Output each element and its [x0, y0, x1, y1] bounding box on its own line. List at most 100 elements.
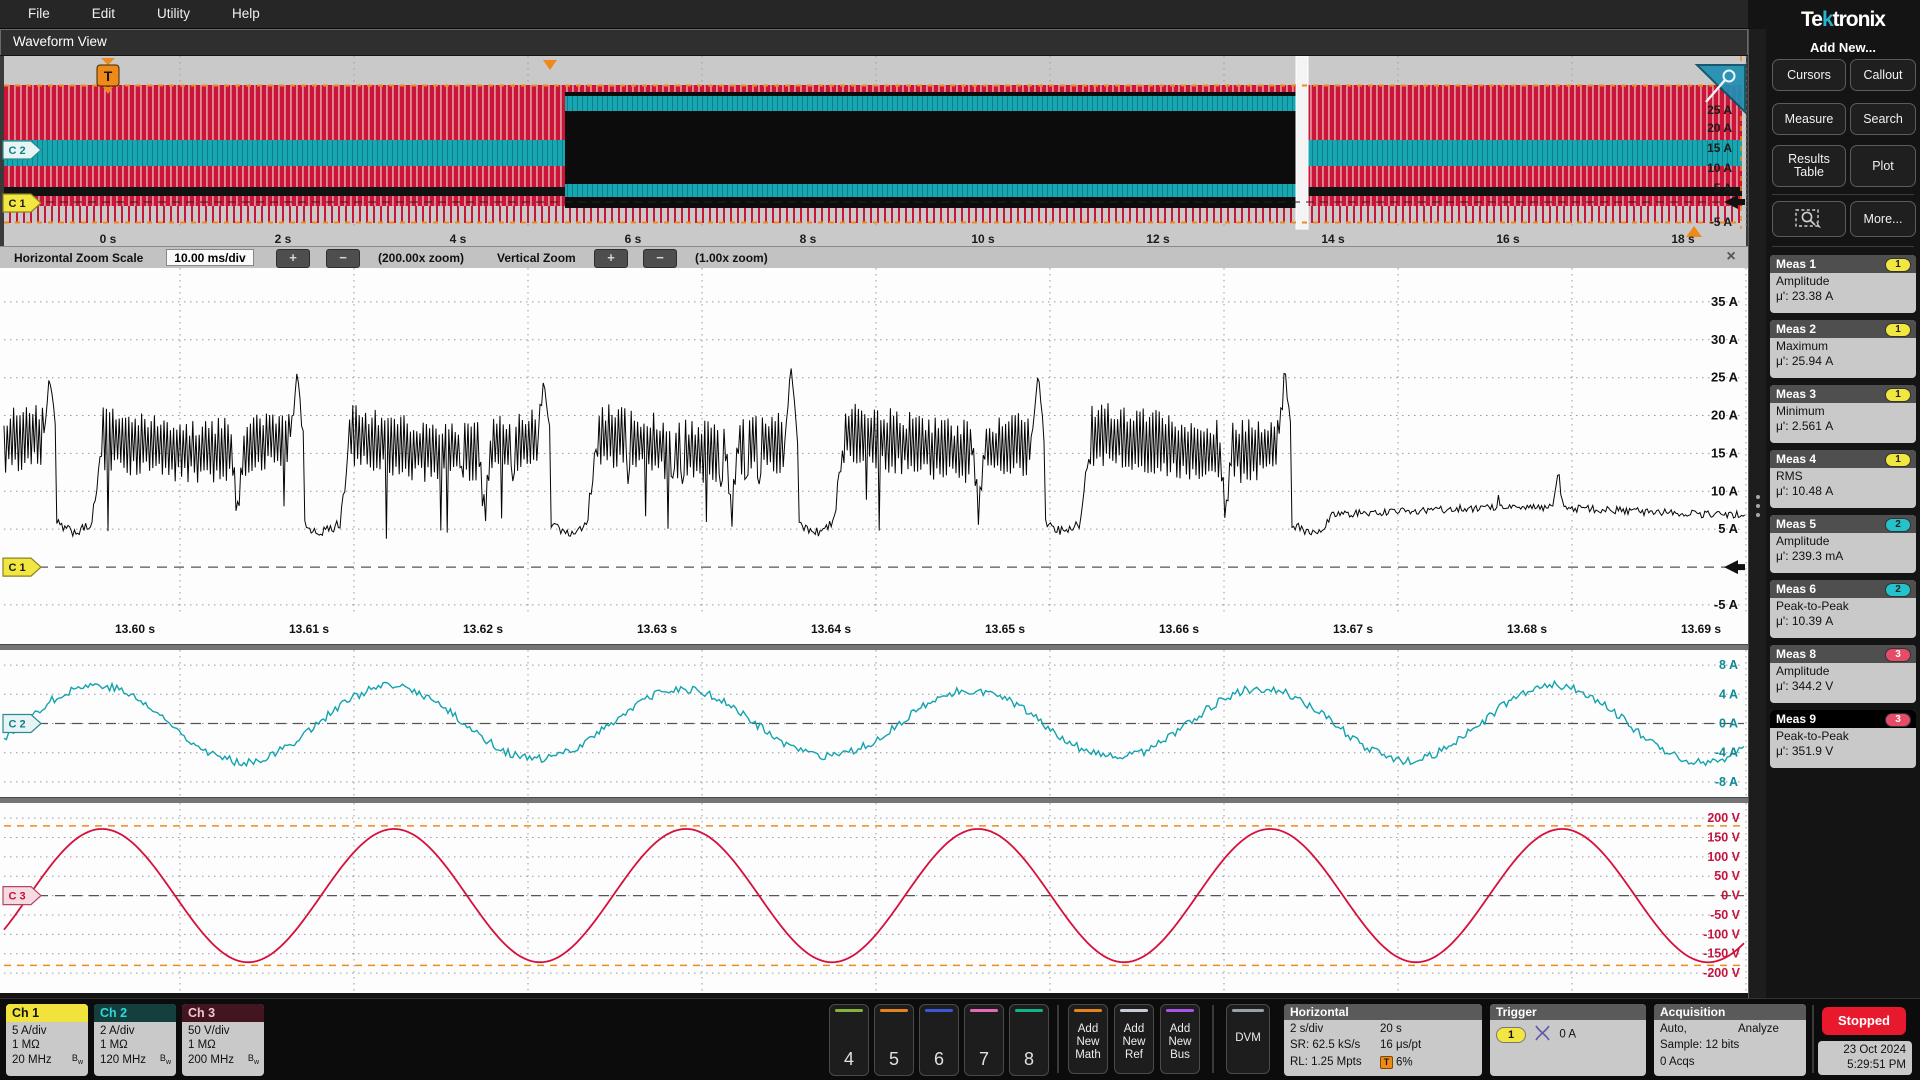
acquisition-count: 0 Acqs — [1660, 1055, 1695, 1068]
acquisition-sample-bits: Sample: 12 bits — [1660, 1039, 1740, 1051]
overview-time-label: 0 s — [100, 232, 117, 246]
measurement-source-badge: 1 — [1885, 323, 1911, 337]
measurement-value: μ': 10.39 A — [1776, 614, 1834, 628]
ch2-y-axis-label: 0 A — [1719, 717, 1738, 731]
zoom-close-icon[interactable]: × — [1722, 248, 1740, 266]
menu-item-file[interactable]: File — [14, 0, 64, 21]
measure-button[interactable]: Measure — [1772, 103, 1846, 135]
add-new-bus-button[interactable]: Add New Bus — [1160, 1004, 1200, 1074]
overview-time-label: 16 s — [1496, 232, 1520, 246]
add-new-ref-button[interactable]: Add New Ref — [1114, 1004, 1154, 1074]
measurement-card-meas-4[interactable]: Meas 4 1 RMS μ': 10.48 A — [1770, 450, 1916, 508]
panel-resize-gutter[interactable] — [1748, 29, 1767, 998]
channel-impedance: 1 MΩ — [100, 1039, 128, 1051]
add-button-color-stripe — [1074, 1009, 1102, 1012]
measurement-source-badge: 3 — [1885, 713, 1911, 727]
callout-button[interactable]: Callout — [1850, 59, 1916, 91]
measurement-card-meas-8[interactable]: Meas 8 3 Amplitude μ': 344.2 V — [1770, 645, 1916, 703]
horizontal-zoom-scale-input[interactable] — [166, 249, 254, 266]
ch1-time-label: 13.65 s — [985, 622, 1025, 636]
measurement-type: Peak-to-Peak — [1776, 729, 1849, 743]
channel-4-button[interactable]: 4 — [829, 1004, 869, 1076]
run-stop-status-button[interactable]: Stopped — [1822, 1007, 1906, 1035]
measurement-card-meas-5[interactable]: Meas 5 2 Amplitude μ': 239.3 mA — [1770, 515, 1916, 573]
sidebar-separator — [1772, 194, 1914, 195]
measurement-name: Meas 6 — [1776, 582, 1817, 596]
acquisition-settings-card[interactable]: Acquisition Auto, Analyze Sample: 12 bit… — [1654, 1004, 1806, 1076]
menu-item-help[interactable]: Help — [218, 0, 274, 21]
hzoom-minus-button[interactable]: − — [326, 249, 360, 268]
vzoom-minus-button[interactable]: − — [643, 249, 677, 268]
ch1-zoom-panel[interactable]: 35 A 30 A 25 A 20 A 15 A 10 A 5 A -5 A 13.60 s 13… — [0, 268, 1748, 644]
hzoom-plus-button[interactable]: + — [276, 249, 310, 268]
ch2-waveform-canvas[interactable]: 8 A 4 A 0 A -4 A -8 A C 2 — [0, 650, 1748, 797]
cursors-button[interactable]: Cursors — [1772, 59, 1846, 91]
menu-bar: File Edit Utility Help — [0, 0, 1748, 29]
channel-8-button[interactable]: 8 — [1009, 1004, 1049, 1076]
channel-color-stripe — [970, 1009, 998, 1012]
search-button[interactable]: Search — [1850, 103, 1916, 135]
measurement-type: Amplitude — [1776, 534, 1830, 548]
channel-scale: 5 A/div — [12, 1024, 47, 1037]
channel-5-button[interactable]: 5 — [874, 1004, 914, 1076]
overview-y-label: -5 A — [1710, 215, 1733, 229]
channel-7-button[interactable]: 7 — [964, 1004, 1004, 1076]
measurement-card-meas-9[interactable]: Meas 9 3 Peak-to-Peak μ': 351.9 V — [1770, 710, 1916, 768]
add-new-math-button[interactable]: Add New Math — [1068, 1004, 1108, 1074]
channel-6-button[interactable]: 6 — [919, 1004, 959, 1076]
ch1-waveform-canvas[interactable]: 35 A 30 A 25 A 20 A 15 A 10 A 5 A -5 A 13.60 s 13… — [0, 268, 1748, 644]
menu-item-utility[interactable]: Utility — [143, 0, 204, 21]
channel-card-ch1[interactable]: Ch 1 5 A/div 1 MΩ 20 MHz Bw — [6, 1004, 88, 1076]
overview-waveform-canvas[interactable]: T C 2 C 1 25 A 20 A 15 A 10 A 5 A -5 A 0 s 2 s 4 s… — [0, 55, 1748, 246]
channel-card-ch2[interactable]: Ch 2 2 A/div 1 MΩ 120 MHz Bw — [94, 1004, 176, 1076]
ch1-time-label: 13.68 s — [1507, 622, 1547, 636]
channel-bandwidth: 120 MHz — [100, 1053, 147, 1066]
ch1-time-label: 13.69 s — [1681, 622, 1721, 636]
measurement-card-meas-3[interactable]: Meas 3 1 Minimum μ': 2.561 A — [1770, 385, 1916, 443]
bandwidth-limit-icon: Bw — [159, 1053, 171, 1066]
acquisition-analyze: Analyze — [1738, 1022, 1779, 1035]
horizontal-settings-card[interactable]: Horizontal 2 s/div 20 s SR: 62.5 kS/s 16… — [1284, 1004, 1482, 1076]
plot-button[interactable]: Plot — [1850, 145, 1916, 187]
bottombar-separator — [1812, 1005, 1814, 1073]
zoom-window-indicator[interactable] — [1295, 55, 1309, 230]
measurement-name: Meas 9 — [1776, 712, 1817, 726]
more-button[interactable]: More... — [1850, 201, 1916, 237]
channel-number: 8 — [1023, 1049, 1034, 1069]
ch3-y-axis-label: 200 V — [1707, 811, 1740, 825]
acquisition-mode: Auto, — [1660, 1022, 1687, 1035]
trigger-settings-card[interactable]: Trigger 1 0 A — [1490, 1004, 1646, 1076]
trigger-level-arrow-tail — [1738, 564, 1745, 571]
bandwidth-limit-icon: Bw — [247, 1053, 259, 1066]
ch3-waveform-canvas[interactable]: 200 V 150 V 100 V 50 V 0 V -50 V -100 V -150 V -… — [0, 803, 1748, 993]
overview-y-label: 10 A — [1707, 161, 1732, 175]
measurement-type: Minimum — [1776, 404, 1825, 418]
channel-impedance: 1 MΩ — [12, 1039, 40, 1051]
waveform-view-titlebar: Waveform View — [0, 29, 1748, 55]
vzoom-plus-button[interactable]: + — [594, 249, 628, 268]
new-label: New — [1076, 1036, 1100, 1048]
bottombar-separator — [1057, 1005, 1059, 1073]
menu-item-edit[interactable]: Edit — [78, 0, 129, 21]
ch3-zoom-panel[interactable]: 200 V 150 V 100 V 50 V 0 V -50 V -100 V -150 V -… — [0, 803, 1748, 993]
channel-badge-label: C 2 — [8, 719, 25, 731]
measurement-card-meas-2[interactable]: Meas 2 1 Maximum μ': 25.94 A — [1770, 320, 1916, 378]
measurement-card-meas-6[interactable]: Meas 6 2 Peak-to-Peak μ': 10.39 A — [1770, 580, 1916, 638]
measurement-card-meas-1[interactable]: Meas 1 1 Amplitude μ': 23.38 A — [1770, 255, 1916, 313]
dvm-button[interactable]: DVM — [1226, 1004, 1270, 1074]
vertical-zoom-label: Vertical Zoom — [497, 251, 576, 265]
results-table-button[interactable]: Results Table — [1772, 145, 1846, 187]
acquisition-card-title: Acquisition — [1654, 1004, 1806, 1020]
channel-number: 7 — [978, 1049, 989, 1069]
channel-card-ch3[interactable]: Ch 3 50 V/div 1 MΩ 200 MHz Bw — [182, 1004, 264, 1076]
channel-color-stripe — [835, 1009, 863, 1012]
ch2-zoom-panel[interactable]: 8 A 4 A 0 A -4 A -8 A C 2 — [0, 650, 1748, 797]
waveform-view-title: Waveform View — [13, 34, 107, 49]
channel-badge-label: C 2 — [8, 145, 25, 157]
acquisition-overview[interactable]: T C 2 C 1 25 A 20 A 15 A 10 A 5 A -5 A 0 s 2 s 4 s… — [0, 55, 1748, 246]
measurement-source-badge: 1 — [1885, 388, 1911, 402]
zoom-mode-button[interactable] — [1772, 201, 1846, 237]
horizontal-scale: 2 s/div — [1290, 1022, 1324, 1035]
sample-rate: SR: 62.5 kS/s — [1290, 1039, 1361, 1051]
measurement-source-badge: 3 — [1885, 648, 1911, 662]
